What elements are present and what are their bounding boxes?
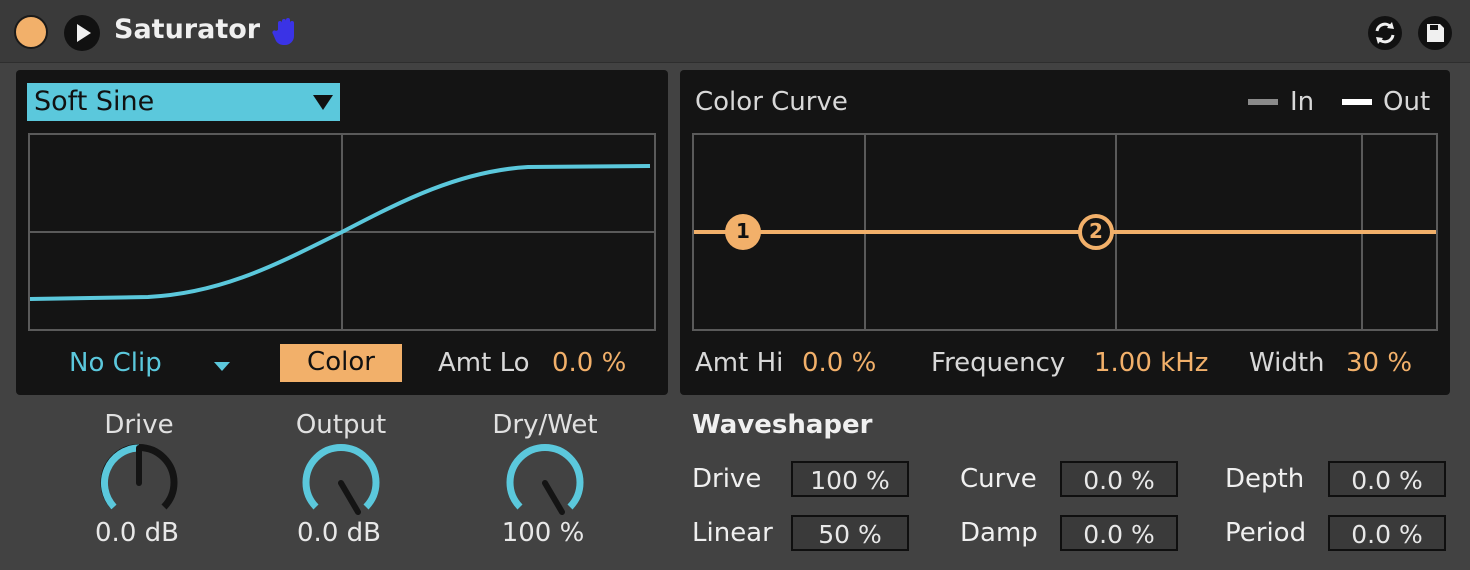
legend-in-swatch	[1248, 99, 1278, 105]
ws-damp-label: Damp	[960, 518, 1038, 548]
width-label: Width	[1249, 348, 1325, 378]
dry-wet-knob[interactable]	[502, 440, 588, 526]
output-knob-value: 0.0 dB	[297, 518, 381, 548]
frequency-value[interactable]: 1.00 kHz	[1094, 348, 1208, 378]
device-title-bar: Saturator	[0, 0, 1470, 63]
color-button[interactable]: Color	[280, 344, 402, 382]
ws-linear-field[interactable]: 50 %	[791, 515, 909, 551]
color-curve-panel: Color Curve In Out 1 2 Amt Hi 0.0 % Freq…	[680, 70, 1450, 395]
drive-knob[interactable]	[96, 440, 182, 526]
shaper-panel: Soft Sine No Clip Color Amt Lo 0.0 %	[16, 70, 668, 395]
ws-period-label: Period	[1225, 518, 1307, 548]
color-curve-display[interactable]	[692, 133, 1438, 331]
shaper-type-dropdown[interactable]: Soft Sine	[27, 83, 340, 121]
amt-lo-value[interactable]: 0.0 %	[552, 348, 626, 378]
drive-knob-value: 0.0 dB	[95, 518, 179, 548]
curve-node-1-label: 1	[736, 219, 750, 243]
amt-hi-label: Amt Hi	[695, 348, 784, 378]
dry-wet-knob-label: Dry/Wet	[492, 410, 598, 440]
dry-wet-knob-value: 100 %	[501, 518, 585, 548]
ws-period-field[interactable]: 0.0 %	[1328, 515, 1446, 551]
save-icon	[1427, 24, 1444, 42]
color-curve-title: Color Curve	[695, 87, 848, 117]
legend-out-swatch	[1342, 99, 1372, 105]
shaper-type-label: Soft Sine	[34, 86, 155, 117]
clip-mode-label[interactable]: No Clip	[69, 348, 162, 378]
ws-linear-label: Linear	[692, 518, 773, 548]
saturator-device: Saturator Soft Sine No Clip Color Amt Lo…	[0, 0, 1470, 570]
curve-node-2-label: 2	[1089, 219, 1103, 243]
ws-curve-field[interactable]: 0.0 %	[1060, 461, 1178, 497]
ws-drive-label: Drive	[692, 464, 762, 494]
save-button[interactable]	[1418, 16, 1452, 50]
width-value[interactable]: 30 %	[1346, 348, 1412, 378]
output-knob-label: Output	[295, 410, 387, 440]
refresh-icon	[1375, 22, 1395, 44]
color-button-label: Color	[307, 347, 375, 377]
chevron-down-icon	[313, 95, 333, 110]
ws-drive-field[interactable]: 100 %	[791, 461, 909, 497]
device-title: Saturator	[114, 14, 261, 45]
refresh-button[interactable]	[1368, 16, 1402, 50]
hand-icon[interactable]	[272, 16, 302, 50]
output-knob[interactable]	[298, 440, 384, 526]
clip-mode-chevron-icon[interactable]	[214, 362, 230, 372]
legend-in-label: In	[1290, 87, 1315, 117]
amt-hi-value[interactable]: 0.0 %	[802, 348, 876, 378]
ws-depth-label: Depth	[1225, 464, 1305, 494]
play-icon	[77, 24, 91, 42]
legend-out-label: Out	[1383, 87, 1431, 117]
frequency-label: Frequency	[931, 348, 1066, 378]
drive-knob-label: Drive	[104, 410, 174, 440]
power-button-icon[interactable]	[14, 15, 48, 49]
amt-lo-label: Amt Lo	[438, 348, 530, 378]
shaper-curve-display	[28, 133, 656, 331]
play-button[interactable]	[64, 15, 100, 51]
ws-depth-field[interactable]: 0.0 %	[1328, 461, 1446, 497]
ws-curve-label: Curve	[960, 464, 1037, 494]
waveshaper-title: Waveshaper	[692, 410, 873, 440]
ws-damp-field[interactable]: 0.0 %	[1060, 515, 1178, 551]
